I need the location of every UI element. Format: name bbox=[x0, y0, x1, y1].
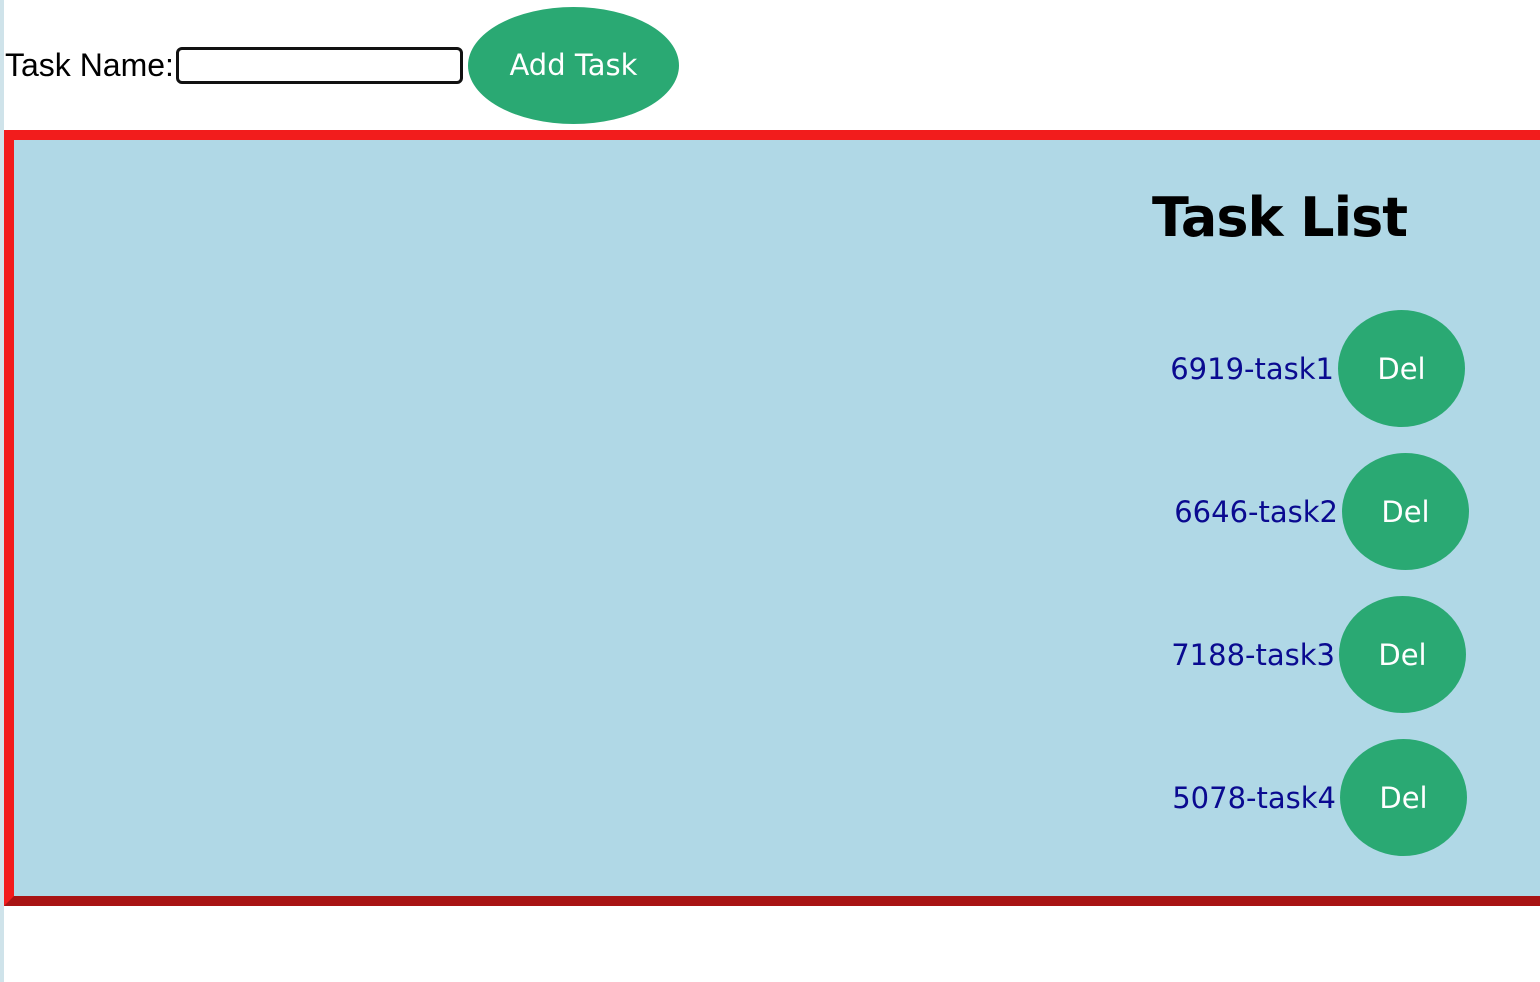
task-list-panel: Task List 6919-task1 Del 6646-task2 Del … bbox=[4, 130, 1540, 906]
task-item-label: 7188-task3 bbox=[1171, 637, 1335, 672]
task-name-label: Task Name: bbox=[5, 47, 174, 83]
task-form: Task Name: Add Task bbox=[5, 0, 679, 130]
delete-task-button[interactable]: Del bbox=[1342, 453, 1469, 570]
task-item: 5078-task4 Del bbox=[1016, 739, 1467, 856]
task-item: 6919-task1 Del bbox=[1014, 310, 1465, 427]
delete-task-button[interactable]: Del bbox=[1339, 596, 1466, 713]
task-item-label: 5078-task4 bbox=[1172, 780, 1336, 815]
task-item: 6646-task2 Del bbox=[1018, 453, 1469, 570]
delete-task-button[interactable]: Del bbox=[1340, 739, 1467, 856]
delete-task-button[interactable]: Del bbox=[1338, 310, 1465, 427]
task-list-title: Task List bbox=[1152, 186, 1408, 249]
task-name-input[interactable] bbox=[175, 46, 463, 84]
task-item-label: 6646-task2 bbox=[1174, 494, 1338, 529]
task-item-label: 6919-task1 bbox=[1170, 351, 1334, 386]
task-item: 7188-task3 Del bbox=[1015, 596, 1466, 713]
add-task-button[interactable]: Add Task bbox=[467, 6, 679, 124]
